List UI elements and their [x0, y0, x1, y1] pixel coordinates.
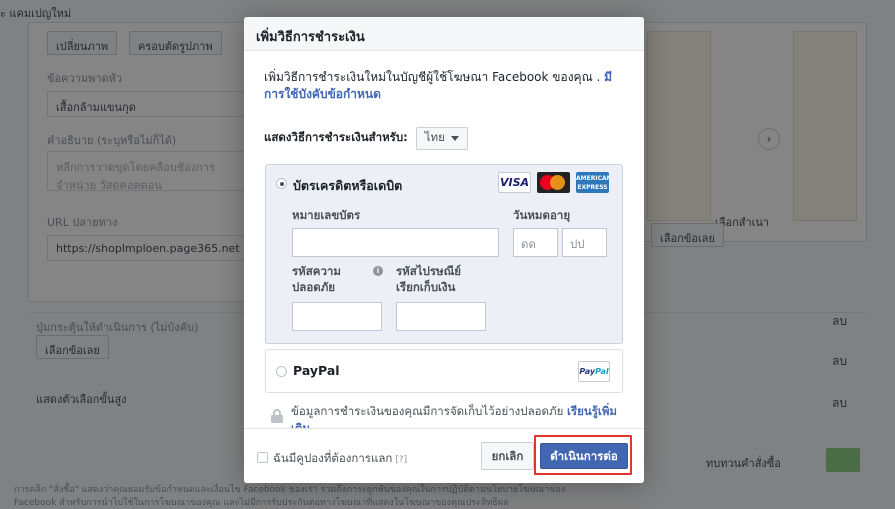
card-payment-option: บัตรเครดิตหรือเดบิต VISA AMERICAN EXPRES…: [265, 164, 623, 344]
card-number-input[interactable]: [292, 228, 499, 257]
billing-zip-label-line1: รหัสไปรษณีย์: [396, 264, 462, 278]
paypal-logo-text-b: Pal: [595, 367, 609, 376]
billing-zip-label: รหัสไปรษณีย์ เรียกเก็บเงิน: [396, 263, 461, 295]
dialog-title: เพิ่มวิธีการชำระเงิน: [256, 30, 365, 45]
security-code-label-line2: ปลอดภัย: [292, 280, 336, 294]
coupon-help-icon[interactable]: [?]: [395, 455, 407, 465]
amex-logo-icon: AMERICAN EXPRESS: [576, 172, 609, 193]
info-icon[interactable]: i: [373, 266, 383, 276]
expiry-month-input[interactable]: ดด: [513, 228, 558, 257]
continue-button[interactable]: ดำเนินการต่อ: [540, 443, 628, 469]
expiry-label: วันหมดอายุ: [513, 208, 571, 222]
show-methods-label: แสดงวิธีการชำระเงินสำหรับ:: [264, 130, 408, 144]
paypal-logo-icon: PayPal: [578, 361, 610, 382]
country-dropdown[interactable]: ไทย: [415, 126, 468, 150]
card-option-title: บัตรเครดิตหรือเดบิต: [293, 178, 403, 193]
paypal-logo-text-a: Pay: [579, 367, 596, 376]
visa-logo-icon: VISA: [498, 172, 531, 193]
coupon-checkbox[interactable]: [257, 452, 268, 463]
paypal-payment-option[interactable]: PayPal PayPal: [265, 349, 623, 393]
country-value: ไทย: [424, 130, 445, 144]
dialog-body: เพิ่มวิธีการชำระเงินใหม่ในบัญชีผู้ใช้โฆษ…: [244, 51, 644, 435]
caret-down-icon: [450, 135, 459, 141]
add-payment-method-dialog: เพิ่มวิธีการชำระเงิน เพิ่มวิธีการชำระเงิ…: [244, 17, 644, 483]
card-number-label: หมายเลขบัตร: [292, 208, 361, 222]
paypal-radio[interactable]: [276, 366, 287, 377]
security-code-label: รหัสความ ปลอดภัย: [292, 263, 341, 295]
intro-sentence: เพิ่มวิธีการชำระเงินใหม่ในบัญชีผู้ใช้โฆษ…: [264, 70, 605, 84]
country-row: แสดงวิธีการชำระเงินสำหรับ: ไทย: [264, 126, 468, 150]
dialog-header: เพิ่มวิธีการชำระเงิน: [244, 17, 644, 51]
dialog-footer: ฉันมีคูปองที่ต้องการแลก [?] ยกเลิก ดำเนิน…: [244, 428, 644, 483]
card-radio[interactable]: [276, 178, 287, 189]
billing-zip-input[interactable]: [396, 302, 486, 331]
lock-icon: [271, 409, 283, 423]
security-code-label-line1: รหัสความ: [292, 264, 341, 278]
billing-zip-label-line2: เรียกเก็บเงิน: [396, 280, 456, 294]
mastercard-logo-icon: [537, 172, 570, 193]
cancel-button[interactable]: ยกเลิก: [481, 442, 534, 470]
expiry-year-input[interactable]: ปป: [562, 228, 607, 257]
secure-sentence: ข้อมูลการชำระเงินของคุณมีการจัดเก็บไว้อย…: [291, 404, 567, 418]
coupon-label[interactable]: ฉันมีคูปองที่ต้องการแลก [?]: [273, 450, 407, 468]
security-code-input[interactable]: [292, 302, 382, 331]
paypal-option-title: PayPal: [293, 363, 340, 378]
intro-text: เพิ่มวิธีการชำระเงินใหม่ในบัญชีผู้ใช้โฆษ…: [264, 69, 628, 103]
coupon-label-text: ฉันมีคูปองที่ต้องการแลก: [273, 451, 393, 465]
